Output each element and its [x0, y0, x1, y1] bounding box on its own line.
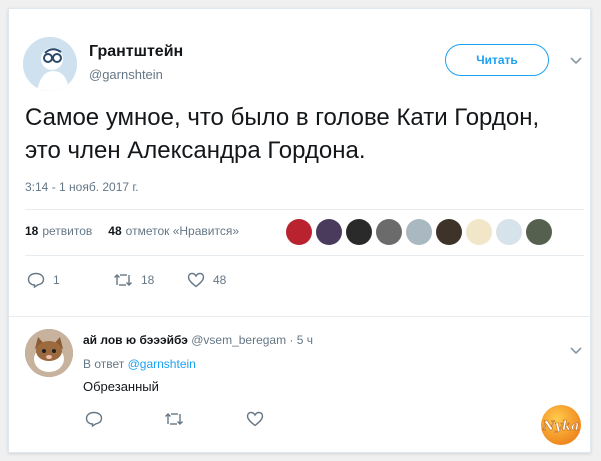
watermark-logo: Nyka — [541, 405, 581, 445]
liker-avatar[interactable] — [466, 219, 492, 245]
liker-avatar[interactable] — [406, 219, 432, 245]
liker-avatar[interactable] — [496, 219, 522, 245]
likes-count: 48 — [108, 224, 122, 238]
liker-avatar[interactable] — [346, 219, 372, 245]
liker-avatar[interactable] — [526, 219, 552, 245]
reply-context: В ответ @garnshtein — [83, 357, 196, 371]
divider — [25, 209, 584, 210]
tweet-timestamp[interactable]: 3:14 - 1 нояб. 2017 г. — [25, 180, 139, 194]
reply-to-link[interactable]: @garnshtein — [128, 357, 196, 371]
author-name[interactable]: Грантштейн — [89, 43, 183, 61]
like-action[interactable]: 48 — [187, 272, 226, 288]
heart-icon — [246, 411, 264, 431]
reply-time[interactable]: · 5 ч — [289, 333, 313, 347]
retweets-count: 18 — [25, 224, 39, 238]
retweet-icon — [164, 413, 184, 431]
reply-author-handle[interactable]: @vsem_beregam — [191, 333, 286, 347]
retweet-action[interactable]: 18 — [113, 272, 154, 288]
reply-prefix: В ответ — [83, 357, 125, 371]
like-count: 48 — [213, 273, 227, 287]
liker-avatar[interactable] — [436, 219, 462, 245]
svg-text:Nyka: Nyka — [542, 419, 580, 434]
liker-avatar[interactable] — [286, 219, 312, 245]
reply-author-avatar[interactable] — [25, 329, 73, 377]
reply-author-name[interactable]: ай лов ю бэээйбэ — [83, 333, 188, 347]
reply-retweet-action[interactable] — [164, 411, 184, 432]
likes-stat[interactable]: 48 отметок «Нравится» — [108, 224, 239, 238]
reply-icon — [85, 411, 103, 431]
reply-icon — [27, 272, 45, 288]
likes-label: отметок «Нравится» — [125, 224, 240, 238]
author-avatar[interactable] — [23, 37, 77, 91]
tweet-card: Грантштейн @garnshtein Читать Самое умно… — [8, 8, 591, 453]
liker-avatar[interactable] — [376, 219, 402, 245]
reply-count: 1 — [53, 273, 60, 287]
reply-action[interactable]: 1 — [27, 272, 60, 288]
engagement-stats: 18 ретвитов 48 отметок «Нравится» — [25, 224, 239, 238]
author-handle[interactable]: @garnshtein — [89, 67, 163, 82]
reply-like-action[interactable] — [246, 411, 264, 432]
retweet-icon — [113, 272, 133, 288]
divider — [9, 316, 590, 317]
chevron-down-icon[interactable] — [569, 53, 583, 65]
reply-header: ай лов ю бэээйбэ @vsem_beregam · 5 ч — [83, 333, 313, 347]
retweets-label: ретвитов — [42, 224, 93, 238]
retweet-count: 18 — [141, 273, 155, 287]
heart-icon — [187, 272, 205, 288]
retweets-stat[interactable]: 18 ретвитов — [25, 224, 92, 238]
reply-text: Обрезанный — [83, 379, 159, 394]
chevron-down-icon[interactable] — [569, 343, 583, 355]
follow-button[interactable]: Читать — [445, 44, 549, 76]
divider — [25, 255, 584, 256]
likers-avatars — [286, 219, 552, 245]
liker-avatar[interactable] — [316, 219, 342, 245]
tweet-text: Самое умное, что было в голове Кати Горд… — [25, 104, 540, 164]
reply-reply-action[interactable] — [85, 411, 103, 432]
